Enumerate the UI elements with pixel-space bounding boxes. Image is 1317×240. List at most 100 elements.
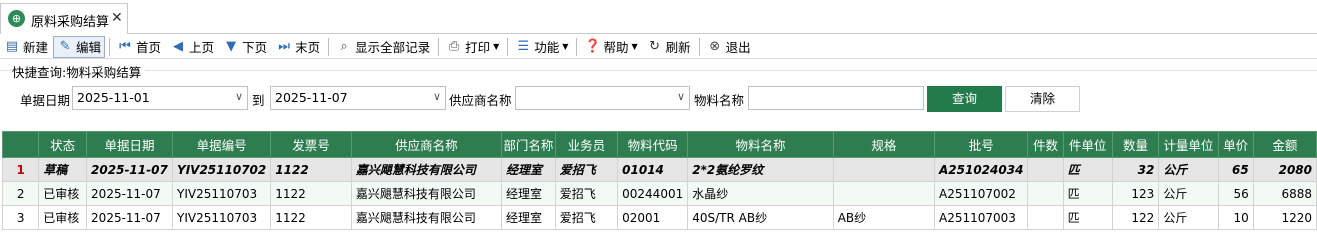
supplier-cell: 嘉兴飓慧科技有限公司 [350, 181, 502, 206]
tab-purchase-settlement[interactable]: ⊕ 原料采购结算 ✕ [0, 3, 128, 34]
refresh-button[interactable]: ↻ 刷新 [643, 36, 695, 58]
doc-number-cell: YIV25110703 [172, 205, 272, 230]
column-header[interactable]: 单据日期 [86, 131, 174, 158]
toolbar-separator [507, 37, 509, 56]
show-all-records-button[interactable]: ⌕ 显示全部记录 [332, 36, 434, 58]
date-from-value: 2025-11-01 [77, 90, 150, 105]
prev-page-button[interactable]: ◀ 上页 [166, 36, 218, 58]
column-header[interactable]: 金额 [1252, 131, 1317, 158]
material-name-cell: 水晶纱 [687, 181, 834, 206]
invoice-cell: 1122 [270, 181, 352, 206]
supplier-cell: 嘉兴飓慧科技有限公司 [350, 205, 502, 230]
department-cell: 经理室 [500, 205, 556, 230]
material-code-cell: 02001 [617, 205, 689, 230]
material-code-cell: 00244001 [617, 181, 689, 206]
piece-count-cell [1027, 205, 1064, 230]
date-to-value: 2025-11-07 [275, 90, 348, 105]
close-icon[interactable]: ✕ [111, 10, 123, 26]
date-cell: 2025-11-07 [86, 157, 174, 182]
batch-cell: A251024034 [933, 157, 1029, 182]
price-cell: 65 [1217, 157, 1254, 182]
price-cell: 56 [1217, 181, 1254, 206]
help-icon: ❓ [584, 38, 601, 54]
salesperson-cell: 爱招飞 [554, 205, 619, 230]
date-from-picker[interactable]: 2025-11-01 ∨ [72, 86, 248, 110]
toolbar-separator [698, 37, 700, 56]
last-page-button[interactable]: ⏭ 末页 [272, 36, 324, 58]
toolbar-separator [328, 37, 330, 56]
table-row[interactable]: 3 已审核 2025-11-07 YIV25110703 1122 嘉兴飓慧科技… [1, 205, 1317, 230]
row-number: 2 [1, 181, 40, 206]
material-input[interactable] [748, 86, 924, 110]
invoice-cell: 1122 [270, 205, 352, 230]
column-header[interactable] [1, 131, 40, 158]
column-header[interactable]: 计量单位 [1158, 131, 1219, 158]
column-header[interactable]: 物料代码 [617, 131, 689, 158]
quantity-cell: 122 [1111, 205, 1160, 230]
department-cell: 经理室 [500, 181, 556, 206]
column-header[interactable]: 发票号 [270, 131, 352, 158]
date-cell: 2025-11-07 [86, 181, 174, 206]
spec-cell [832, 157, 935, 182]
column-header[interactable]: 件数 [1027, 131, 1064, 158]
tab-bar: ⊕ 原料采购结算 ✕ [0, 0, 1317, 34]
column-header[interactable]: 部门名称 [500, 131, 556, 158]
column-header[interactable]: 业务员 [554, 131, 619, 158]
chevron-down-icon[interactable]: ∨ [235, 90, 243, 104]
query-button[interactable]: 查询 [927, 86, 1002, 112]
column-header[interactable]: 供应商名称 [350, 131, 502, 158]
supplier-select[interactable]: ∨ [515, 86, 690, 110]
column-header[interactable]: 单价 [1217, 131, 1254, 158]
printer-icon: ⎙ [448, 38, 460, 54]
column-header[interactable]: 物料名称 [687, 131, 834, 158]
spec-cell [832, 181, 935, 206]
print-button[interactable]: ⎙ 打印 ▼ [442, 36, 503, 58]
edit-button[interactable]: ✎ 编辑 [53, 35, 106, 58]
date-to-picker[interactable]: 2025-11-07 ∨ [270, 86, 446, 110]
chevron-down-icon: ▼ [631, 42, 638, 51]
next-page-button[interactable]: ▼ 下页 [219, 36, 271, 58]
amount-cell: 1220 [1252, 205, 1317, 230]
chevron-down-icon: ▼ [562, 42, 569, 51]
column-header[interactable]: 数量 [1111, 131, 1160, 158]
material-name-cell: 40S/TR AB纱 [687, 205, 834, 230]
salesperson-cell: 爱招飞 [554, 181, 619, 206]
clear-button[interactable]: 清除 [1005, 86, 1080, 112]
piece-unit-cell: 匹 [1062, 157, 1113, 182]
globe-icon: ⊕ [8, 10, 25, 27]
table-row[interactable]: 2 已审核 2025-11-07 YIV25110703 1122 嘉兴飓慧科技… [1, 181, 1317, 206]
invoice-cell: 1122 [270, 157, 352, 182]
amount-cell: 6888 [1252, 181, 1317, 206]
arrow-left-icon: ◀ [173, 38, 184, 54]
arrow-down-icon: ▼ [226, 38, 237, 54]
to-label: 到 [252, 93, 265, 108]
batch-cell: A251107002 [933, 181, 1029, 206]
exit-button[interactable]: ⊗ 退出 [703, 36, 755, 58]
table-header-row: 状态 单据日期 单据编号 发票号 供应商名称 部门名称 业务员 物料代码 物料名… [1, 131, 1317, 158]
column-header[interactable]: 件单位 [1062, 131, 1113, 158]
quantity-cell: 32 [1111, 157, 1160, 182]
toolbar-separator [576, 37, 578, 56]
toolbar-separator [438, 37, 440, 56]
function-button[interactable]: ☰ 功能 ▼ [511, 36, 572, 58]
new-button[interactable]: ▤ 新建 [0, 36, 52, 58]
price-cell: 10 [1217, 205, 1254, 230]
chevron-down-icon[interactable]: ∨ [433, 90, 441, 104]
doc-number-cell: YIV25110702 [172, 157, 272, 182]
list-icon: ☰ [517, 38, 530, 54]
supplier-label: 供应商名称 [449, 93, 512, 108]
row-number: 3 [1, 205, 40, 230]
unit-cell: 公斤 [1158, 157, 1219, 182]
exit-icon: ⊗ [709, 38, 721, 54]
column-header[interactable]: 状态 [38, 131, 88, 158]
chevron-down-icon[interactable]: ∨ [677, 90, 685, 104]
column-header[interactable]: 规格 [832, 131, 935, 158]
last-page-icon: ⏭ [278, 38, 290, 54]
piece-unit-cell: 匹 [1062, 181, 1113, 206]
row-number: 1 [1, 157, 40, 182]
help-button[interactable]: ❓ 帮助 ▼ [580, 36, 641, 58]
column-header[interactable]: 批号 [933, 131, 1029, 158]
first-page-button[interactable]: ⏮ 首页 [113, 36, 165, 58]
column-header[interactable]: 单据编号 [172, 131, 272, 158]
table-row[interactable]: 1 草稿 2025-11-07 YIV25110702 1122 嘉兴飓慧科技有… [1, 157, 1317, 182]
